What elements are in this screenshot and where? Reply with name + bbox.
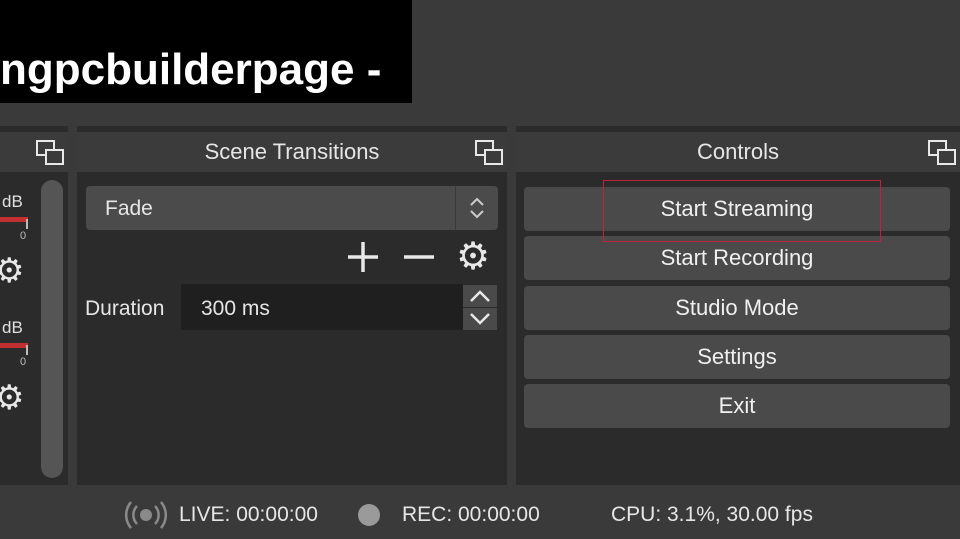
exit-button[interactable]: Exit	[524, 384, 950, 428]
undock-icon[interactable]	[928, 140, 956, 166]
duration-decrement-button[interactable]	[463, 308, 497, 330]
volume-meter	[0, 217, 28, 222]
duration-increment-button[interactable]	[463, 285, 497, 307]
volume-meter	[0, 343, 28, 348]
mixer-db-label: dB	[2, 318, 23, 337]
cpu-fps-status: CPU: 3.1%, 30.00 fps	[611, 503, 813, 526]
meter-zero-label: 0	[20, 230, 27, 242]
gear-icon[interactable]: ⚙	[456, 238, 494, 276]
record-indicator-icon	[358, 504, 380, 526]
rec-timer: REC: 00:00:00	[402, 503, 540, 526]
scene-transitions-dock: Scene Transitions Fade ⚙ Duration 300 ms	[77, 126, 507, 485]
chevron-updown-icon	[455, 186, 498, 230]
start-recording-button[interactable]: Start Recording	[524, 236, 950, 280]
duration-label: Duration	[85, 297, 165, 320]
duration-value: 300 ms	[201, 297, 270, 320]
mixer-db-label: dB	[2, 192, 23, 211]
remove-transition-button[interactable]	[400, 238, 438, 276]
undock-icon[interactable]	[475, 140, 503, 166]
highlight-box	[603, 180, 881, 242]
settings-button[interactable]: Settings	[524, 335, 950, 379]
controls-dock-title: Controls	[516, 132, 960, 172]
transition-selected-value: Fade	[105, 197, 153, 220]
meter-zero-label: 0	[20, 356, 27, 368]
window-title: ngpcbuilderpage -	[0, 0, 412, 103]
gear-icon[interactable]: ⚙	[0, 254, 24, 288]
undock-icon[interactable]	[36, 140, 64, 166]
live-timer: LIVE: 00:00:00	[179, 503, 318, 526]
meter-tick	[26, 219, 28, 229]
meter-tick	[26, 345, 28, 355]
studio-mode-button[interactable]: Studio Mode	[524, 286, 950, 330]
duration-input[interactable]: 300 ms	[181, 284, 463, 330]
controls-dock: Controls Start Streaming Start Recording…	[516, 126, 960, 485]
gear-icon[interactable]: ⚙	[0, 381, 24, 415]
add-transition-button[interactable]	[344, 238, 382, 276]
broadcast-icon	[124, 500, 168, 530]
transition-select[interactable]: Fade	[86, 186, 498, 230]
mixer-scrollbar[interactable]	[41, 180, 63, 478]
transitions-dock-title: Scene Transitions	[77, 132, 507, 172]
